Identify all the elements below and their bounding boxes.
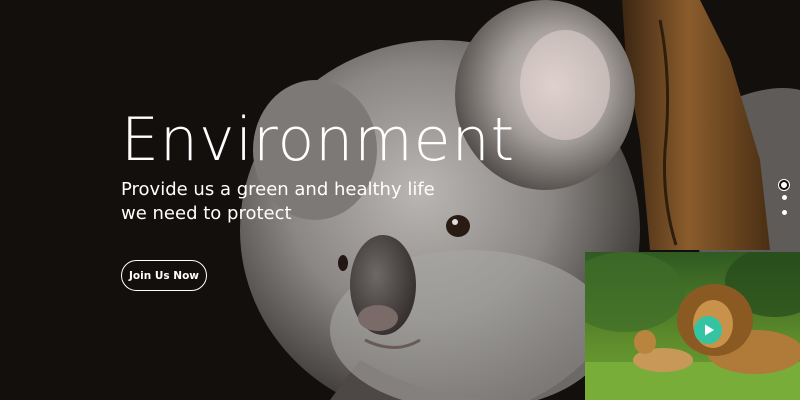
play-icon [705, 324, 714, 336]
join-us-now-button[interactable]: Join Us Now [121, 260, 207, 291]
hero-subtitle: Provide us a green and healthy life we n… [121, 178, 435, 226]
video-thumbnail[interactable] [585, 252, 800, 400]
slider-dot-3[interactable] [782, 210, 787, 215]
play-button[interactable] [694, 316, 722, 344]
hero-subtitle-line-2: we need to protect [121, 203, 292, 224]
slider-dot-2[interactable] [782, 195, 787, 200]
hero-banner: Environment Provide us a green and healt… [0, 0, 800, 400]
slider-dot-1[interactable] [781, 182, 787, 188]
hero-subtitle-line-1: Provide us a green and healthy life [121, 179, 435, 200]
lion-thumbnail-image [585, 252, 800, 400]
hero-title: Environment [121, 105, 516, 175]
